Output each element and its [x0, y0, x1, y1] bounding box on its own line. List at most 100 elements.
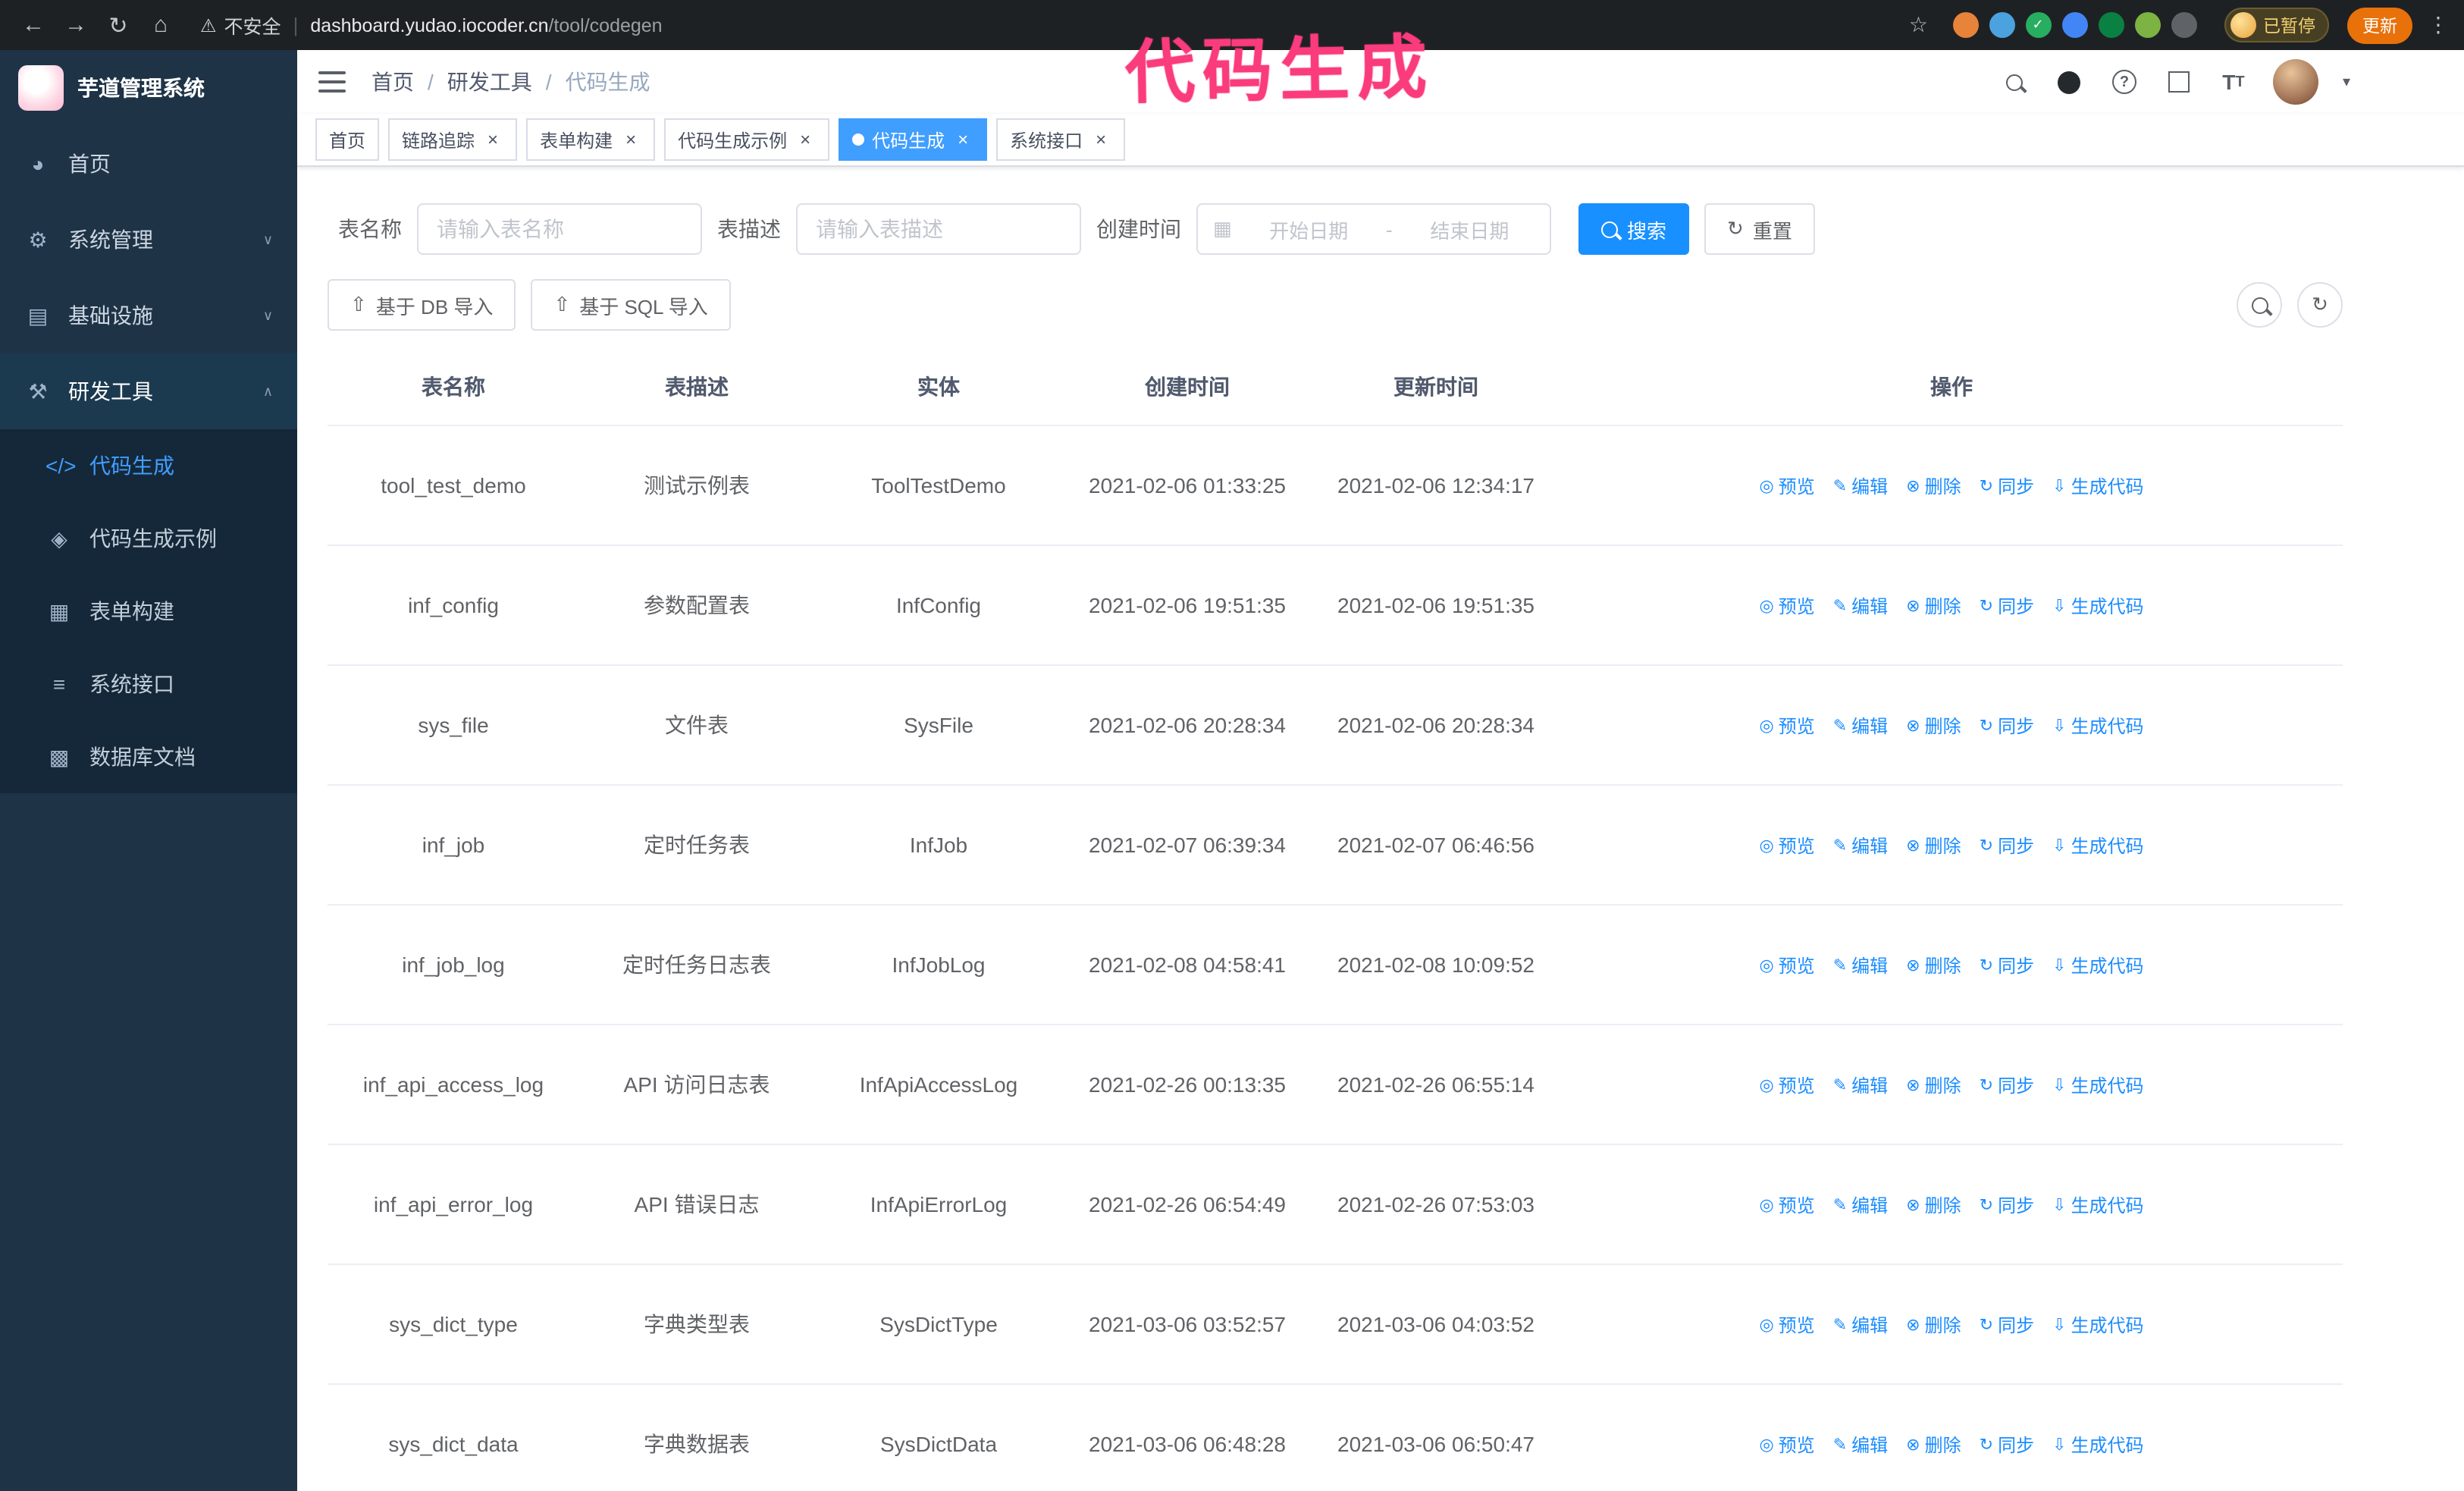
sidebar-item-code-generation[interactable]: </> 代码生成 — [0, 429, 297, 502]
sync-link[interactable]: ↻ 同步 — [1980, 953, 2034, 978]
close-icon[interactable] — [482, 129, 503, 150]
close-icon[interactable] — [952, 129, 973, 150]
generate-code-link[interactable]: ⇩ 生成代码 — [2052, 1072, 2143, 1098]
sync-link[interactable]: ↻ 同步 — [1980, 1312, 2034, 1338]
sidebar-item-db-docs[interactable]: ▩ 数据库文档 — [0, 720, 297, 793]
preview-link[interactable]: ◎ 预览 — [1759, 713, 1814, 739]
hamburger-icon[interactable] — [318, 71, 346, 93]
close-icon[interactable] — [1090, 129, 1111, 150]
generate-code-link[interactable]: ⇩ 生成代码 — [2052, 953, 2143, 978]
refresh-button[interactable]: ↻ — [2297, 282, 2343, 328]
drop-extension-icon[interactable] — [1989, 12, 2014, 38]
sync-link[interactable]: ↻ 同步 — [1980, 473, 2034, 499]
sidebar-item-system-api[interactable]: ≡ 系统接口 — [0, 648, 297, 720]
preview-link[interactable]: ◎ 预览 — [1759, 1312, 1814, 1338]
delete-link[interactable]: ⊗ 删除 — [1906, 1072, 1961, 1098]
delete-link[interactable]: ⊗ 删除 — [1906, 713, 1961, 739]
app-logo[interactable]: 芋道管理系统 — [0, 50, 297, 126]
puzzle-extension-icon[interactable] — [2171, 12, 2196, 38]
sidebar-item-codegen-example[interactable]: ◈ 代码生成示例 — [0, 502, 297, 575]
delete-link[interactable]: ⊗ 删除 — [1906, 473, 1961, 499]
delete-link[interactable]: ⊗ 删除 — [1906, 1192, 1961, 1218]
generate-code-link[interactable]: ⇩ 生成代码 — [2052, 1432, 2143, 1458]
bookmark-star-icon[interactable]: ☆ — [1909, 12, 1928, 38]
breadcrumb-dev-tools[interactable]: 研发工具 — [447, 67, 532, 97]
reload-icon[interactable]: ↻ — [100, 7, 136, 43]
tab-codegen-example[interactable]: 代码生成示例 — [664, 118, 830, 161]
delete-link[interactable]: ⊗ 删除 — [1906, 1432, 1961, 1458]
import-sql-button[interactable]: ⇧ 基于 SQL 导入 — [531, 279, 731, 331]
preview-link[interactable]: ◎ 预览 — [1759, 1072, 1814, 1098]
edit-link[interactable]: ✎ 编辑 — [1833, 713, 1888, 739]
delete-link[interactable]: ⊗ 删除 — [1906, 593, 1961, 619]
insecure-warning[interactable]: ⚠ 不安全 — [200, 11, 281, 39]
address-bar[interactable]: ⚠ 不安全 | dashboard.yudao.iocoder.cn/tool/… — [200, 11, 1879, 39]
tab-code-generation[interactable]: 代码生成 — [839, 118, 988, 161]
generate-code-link[interactable]: ⇩ 生成代码 — [2052, 1192, 2143, 1218]
forward-icon[interactable]: → — [58, 7, 94, 43]
help-icon[interactable]: ? — [2109, 67, 2140, 97]
sidebar-item-home[interactable]: ◕ 首页 — [0, 126, 297, 202]
sidebar-item-form-builder[interactable]: ▦ 表单构建 — [0, 575, 297, 648]
browser-home-icon[interactable]: ⌂ — [143, 7, 179, 43]
tab-form-builder[interactable]: 表单构建 — [526, 118, 656, 161]
generate-code-link[interactable]: ⇩ 生成代码 — [2052, 713, 2143, 739]
profile-chip[interactable]: 已暂停 — [2224, 8, 2329, 42]
generate-code-link[interactable]: ⇩ 生成代码 — [2052, 593, 2143, 619]
tab-home[interactable]: 首页 — [315, 118, 380, 161]
preview-link[interactable]: ◎ 预览 — [1759, 953, 1814, 978]
preview-link[interactable]: ◎ 预览 — [1759, 1192, 1814, 1218]
sidebar-item-infrastructure[interactable]: ▤ 基础设施 ∨ — [0, 278, 297, 353]
table-name-input[interactable] — [417, 203, 702, 255]
delete-link[interactable]: ⊗ 删除 — [1906, 833, 1961, 859]
edit-link[interactable]: ✎ 编辑 — [1833, 1072, 1888, 1098]
avatar-caret-icon[interactable]: ▾ — [2343, 74, 2350, 90]
close-icon[interactable] — [795, 129, 816, 150]
generate-code-link[interactable]: ⇩ 生成代码 — [2052, 1312, 2143, 1338]
generate-code-link[interactable]: ⇩ 生成代码 — [2052, 833, 2143, 859]
table-desc-input[interactable] — [796, 203, 1081, 255]
delete-link[interactable]: ⊗ 删除 — [1906, 1312, 1961, 1338]
edit-link[interactable]: ✎ 编辑 — [1833, 1192, 1888, 1218]
search-icon[interactable] — [2000, 67, 2030, 97]
sync-link[interactable]: ↻ 同步 — [1980, 1432, 2034, 1458]
preview-link[interactable]: ◎ 预览 — [1759, 1432, 1814, 1458]
fox-extension-icon[interactable] — [1952, 12, 1978, 38]
github-icon[interactable] — [2055, 67, 2085, 97]
edit-link[interactable]: ✎ 编辑 — [1833, 1432, 1888, 1458]
preview-link[interactable]: ◎ 预览 — [1759, 833, 1814, 859]
preview-link[interactable]: ◎ 预览 — [1759, 473, 1814, 499]
toggle-search-button[interactable] — [2237, 282, 2282, 328]
delete-link[interactable]: ⊗ 删除 — [1906, 953, 1961, 978]
fullscreen-icon[interactable] — [2164, 67, 2194, 97]
sync-link[interactable]: ↻ 同步 — [1980, 833, 2034, 859]
edit-link[interactable]: ✎ 编辑 — [1833, 953, 1888, 978]
breadcrumb-home[interactable]: 首页 — [371, 67, 414, 97]
leaf-extension-icon[interactable] — [2134, 12, 2160, 38]
reset-button[interactable]: ↻ 重置 — [1704, 203, 1815, 255]
sync-link[interactable]: ↻ 同步 — [1980, 593, 2034, 619]
search-button[interactable]: 搜索 — [1578, 203, 1690, 255]
date-range-picker[interactable]: ▦ 开始日期 - 结束日期 — [1196, 203, 1551, 255]
import-db-button[interactable]: ⇧ 基于 DB 导入 — [328, 279, 516, 331]
edit-link[interactable]: ✎ 编辑 — [1833, 473, 1888, 499]
back-icon[interactable]: ← — [15, 7, 52, 43]
edit-link[interactable]: ✎ 编辑 — [1833, 833, 1888, 859]
generate-code-link[interactable]: ⇩ 生成代码 — [2052, 473, 2143, 499]
tab-tracing[interactable]: 链路追踪 — [388, 118, 518, 161]
tab-system-api[interactable]: 系统接口 — [996, 118, 1126, 161]
chrome-update-button[interactable]: 更新 — [2347, 7, 2412, 43]
check-extension-icon[interactable]: ✓ — [2025, 12, 2051, 38]
sidebar-item-dev-tools[interactable]: ⚒ 研发工具 ∧ — [0, 353, 297, 429]
browser-menu-icon[interactable]: ⋮ — [2428, 12, 2449, 38]
font-size-icon[interactable]: TT — [2218, 67, 2249, 97]
sidebar-item-system-management[interactable]: ⚙ 系统管理 ∨ — [0, 202, 297, 278]
sync-link[interactable]: ↻ 同步 — [1980, 1072, 2034, 1098]
edit-link[interactable]: ✎ 编辑 — [1833, 593, 1888, 619]
close-icon[interactable] — [620, 129, 641, 150]
user-avatar[interactable] — [2272, 59, 2318, 105]
sync-link[interactable]: ↻ 同步 — [1980, 713, 2034, 739]
card-extension-icon[interactable] — [2098, 12, 2124, 38]
preview-link[interactable]: ◎ 预览 — [1759, 593, 1814, 619]
people-extension-icon[interactable] — [2061, 12, 2087, 38]
